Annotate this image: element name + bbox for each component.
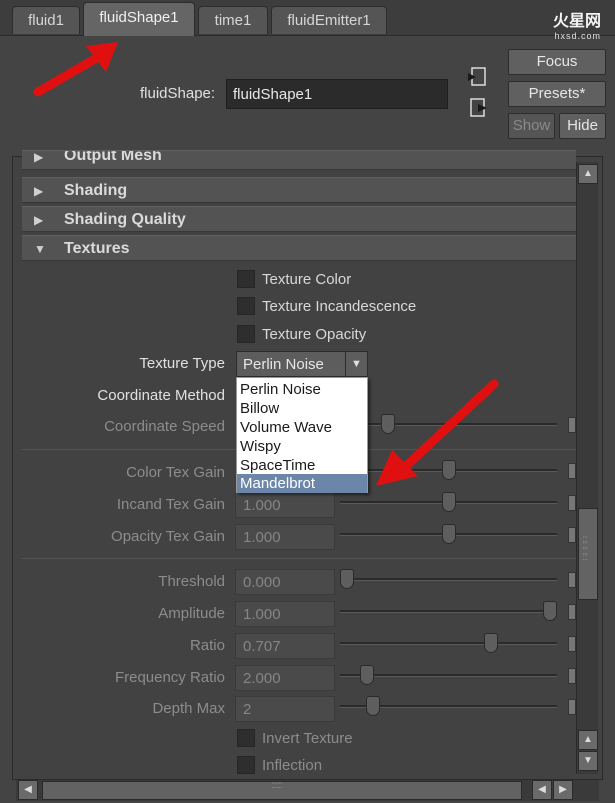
output-connection-icon[interactable]: [469, 97, 491, 119]
threshold-map-button[interactable]: [568, 572, 576, 588]
texture-incandescence-label: Texture Incandescence: [262, 298, 417, 315]
texture-type-value: Perlin Noise: [243, 356, 324, 373]
tab-fluidemitter1[interactable]: fluidEmitter1: [271, 6, 387, 34]
tab-time1[interactable]: time1: [198, 6, 268, 34]
hide-button[interactable]: Hide: [559, 113, 606, 139]
vertical-scrollbar[interactable]: ▲ :::::::::::: ▲ ▼: [576, 162, 598, 774]
scroll-left-icon[interactable]: ◀: [532, 780, 552, 800]
amplitude-map-button[interactable]: [568, 604, 576, 620]
invert-texture-checkbox[interactable]: [237, 729, 255, 747]
ratio-field[interactable]: 0.707: [235, 633, 335, 659]
node-name-field[interactable]: [226, 79, 448, 109]
slider-thumb[interactable]: [366, 696, 381, 716]
grip-icon: ::::::: [271, 780, 283, 791]
texture-incandescence-checkbox[interactable]: [237, 297, 255, 315]
menu-item-wispy[interactable]: Wispy: [237, 437, 367, 456]
show-button[interactable]: Show: [508, 113, 555, 139]
amplitude-slider[interactable]: [340, 610, 557, 613]
section-textures[interactable]: ▼ Textures: [22, 235, 576, 261]
coordinate-speed-map-button[interactable]: [568, 417, 576, 433]
frequency-ratio-label: Frequency Ratio: [114, 669, 225, 686]
opacity-tex-gain-map-button[interactable]: [568, 527, 576, 543]
ratio-map-button[interactable]: [568, 636, 576, 652]
threshold-label: Threshold: [158, 573, 225, 590]
menu-item-perlin-noise[interactable]: Perlin Noise: [237, 380, 367, 399]
section-label: Output Mesh: [64, 150, 162, 164]
tab-fluid1[interactable]: fluid1: [12, 6, 80, 34]
slider-thumb[interactable]: [441, 524, 456, 544]
watermark-logo: 火星网 hxsd.com: [552, 13, 601, 41]
opacity-tex-gain-field[interactable]: 1.000: [235, 524, 335, 550]
incand-tex-gain-field[interactable]: 1.000: [235, 492, 335, 518]
input-connection-icon[interactable]: [466, 66, 488, 88]
expanded-triangle-icon: ▼: [34, 242, 46, 256]
scroll-right-icon[interactable]: ▶: [553, 780, 573, 800]
texture-type-dropdown[interactable]: Perlin Noise ▼: [236, 351, 368, 377]
slider-thumb[interactable]: [340, 569, 354, 589]
section-output-mesh[interactable]: ▶ Output Mesh: [22, 150, 576, 170]
collapsed-triangle-icon: ▶: [34, 213, 44, 227]
tab-bar: fluid1 fluidShape1 time1 fluidEmitter1: [0, 0, 615, 36]
scroll-up-icon[interactable]: ▲: [578, 730, 598, 750]
annotation-arrow-icon: [376, 379, 499, 486]
vertical-scroll-thumb[interactable]: ::::::::::::: [578, 508, 598, 600]
section-label: Shading: [64, 182, 128, 199]
horizontal-scroll-thumb[interactable]: ::::::: [42, 781, 522, 800]
slider-thumb[interactable]: [483, 633, 498, 653]
scroll-up-icon[interactable]: ▲: [578, 164, 598, 184]
section-shading[interactable]: ▶ Shading: [22, 177, 576, 203]
incand-tex-gain-label: Incand Tex Gain: [116, 496, 225, 513]
scroll-down-icon[interactable]: ▼: [578, 751, 598, 771]
divider: [22, 558, 576, 559]
horizontal-scrollbar[interactable]: ◀ :::::: ◀ ▶: [16, 779, 599, 801]
slider-thumb[interactable]: [543, 601, 557, 621]
color-tex-gain-label: Color Tex Gain: [126, 464, 225, 481]
amplitude-label: Amplitude: [158, 605, 225, 622]
frequency-ratio-map-button[interactable]: [568, 668, 576, 684]
annotation-arrow-icon: [33, 42, 118, 97]
slider-thumb[interactable]: [360, 665, 375, 685]
incand-tex-gain-map-button[interactable]: [568, 495, 576, 511]
texture-opacity-checkbox[interactable]: [237, 325, 255, 343]
section-label: Textures: [64, 240, 130, 257]
menu-item-billow[interactable]: Billow: [237, 399, 367, 418]
texture-opacity-label: Texture Opacity: [262, 326, 367, 343]
menu-item-volume-wave[interactable]: Volume Wave: [237, 418, 367, 437]
grip-icon: ::::::::::::: [582, 534, 588, 563]
chevron-down-icon[interactable]: ▼: [345, 352, 367, 376]
depth-max-map-button[interactable]: [568, 699, 576, 715]
inflection-checkbox[interactable]: [237, 756, 255, 774]
texture-type-menu: Perlin Noise Billow Volume Wave Wispy Sp…: [236, 377, 368, 493]
texture-type-label: Texture Type: [139, 355, 225, 372]
texture-color-checkbox[interactable]: [237, 270, 255, 288]
depth-max-field[interactable]: 2: [235, 696, 335, 722]
depth-max-label: Depth Max: [152, 700, 225, 717]
threshold-slider[interactable]: [340, 578, 557, 581]
section-shading-quality[interactable]: ▶ Shading Quality: [22, 206, 576, 232]
menu-item-spacetime[interactable]: SpaceTime: [237, 456, 367, 475]
ratio-slider[interactable]: [340, 642, 557, 645]
section-label: Shading Quality: [64, 211, 186, 228]
invert-texture-label: Invert Texture: [262, 730, 353, 747]
collapsed-triangle-icon: ▶: [34, 150, 44, 164]
ratio-label: Ratio: [189, 637, 225, 654]
texture-color-label: Texture Color: [262, 271, 352, 288]
collapsed-triangle-icon: ▶: [34, 184, 44, 198]
menu-item-mandelbrot[interactable]: Mandelbrot: [237, 474, 367, 493]
frequency-ratio-field[interactable]: 2.000: [235, 665, 335, 691]
node-name-label: fluidShape:: [140, 85, 216, 102]
focus-button[interactable]: Focus: [508, 49, 606, 75]
presets-button[interactable]: Presets*: [508, 81, 606, 107]
tab-fluidshape1[interactable]: fluidShape1: [83, 2, 195, 36]
coordinate-speed-label: Coordinate Speed: [104, 418, 225, 435]
color-tex-gain-map-button[interactable]: [568, 463, 576, 479]
coordinate-method-label: Coordinate Method: [97, 387, 225, 404]
amplitude-field[interactable]: 1.000: [235, 601, 335, 627]
threshold-field[interactable]: 0.000: [235, 569, 335, 595]
inflection-label: Inflection: [262, 757, 323, 774]
scroll-left-icon[interactable]: ◀: [18, 780, 38, 800]
opacity-tex-gain-label: Opacity Tex Gain: [111, 528, 225, 545]
